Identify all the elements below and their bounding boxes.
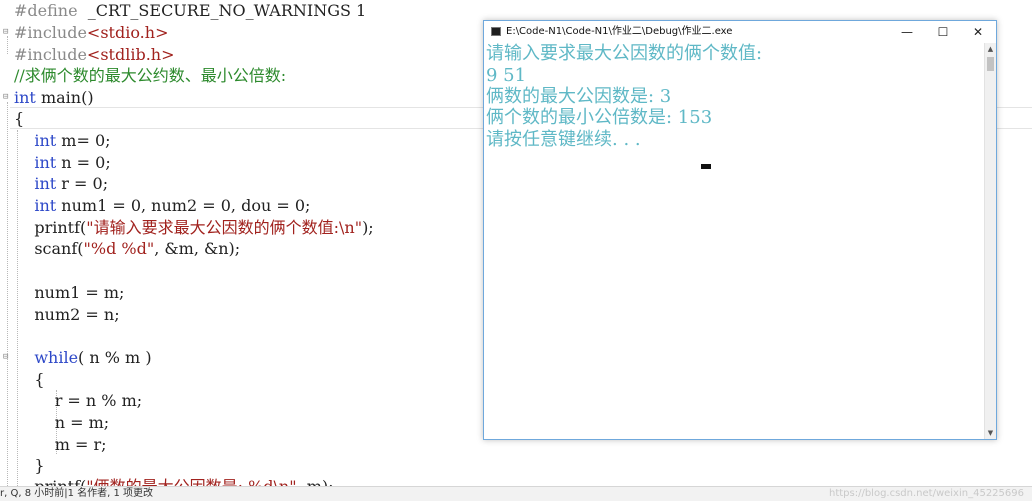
console-title-bar[interactable]: E:\Code-N1\Code-N1\作业二\Debug\作业二.exe — ☐… (484, 21, 996, 43)
code-token: <stdio.h> (86, 23, 169, 42)
scroll-up-arrow-icon[interactable]: ▲ (985, 43, 996, 55)
fold-toggle-icon[interactable]: ⊟ (3, 28, 11, 37)
console-line: 请输入要求最大公因数的俩个数值: (486, 43, 763, 64)
minimize-button[interactable]: — (889, 21, 925, 43)
code-line: #include<stdio.h> (14, 22, 168, 44)
scrollbar-thumb[interactable] (987, 57, 994, 71)
fold-toggle-icon[interactable]: ⊟ (3, 353, 11, 362)
code-token: n = 0; (56, 153, 111, 172)
console-line: 俩个数的最小公倍数是: 153 (486, 107, 713, 128)
code-token: { (14, 370, 45, 389)
code-line: #include<stdlib.h> (14, 44, 174, 66)
code-token: printf( (14, 218, 87, 237)
vertical-scrollbar[interactable]: ▲ ▼ (984, 43, 996, 439)
console-line: 9 51 (486, 65, 527, 86)
code-line: { (14, 369, 45, 391)
fold-toggle-icon[interactable]: ⊟ (3, 93, 11, 102)
code-token: "%d %d" (83, 239, 155, 258)
code-line: #define _CRT_SECURE_NO_WARNINGS 1 (14, 0, 366, 22)
code-line: int num1 = 0, num2 = 0, dou = 0; (14, 195, 310, 217)
code-token: int (34, 174, 57, 193)
code-line: r = n % m; (14, 390, 142, 412)
scroll-down-arrow-icon[interactable]: ▼ (985, 427, 996, 439)
status-bar: r, Q, 8 小时前|1 名作者, 1 项更改 https://blog.cs… (0, 486, 1032, 501)
code-token: #include (14, 45, 87, 64)
code-token: r = 0; (56, 174, 109, 193)
code-token: { (14, 109, 25, 128)
code-token: m= 0; (56, 131, 111, 150)
code-line: //求俩个数的最大公约数、最小公倍数: (14, 65, 286, 87)
console-title: E:\Code-N1\Code-N1\作业二\Debug\作业二.exe (506, 26, 733, 37)
code-token: ); (362, 218, 374, 237)
code-token: n = m; (14, 413, 110, 432)
status-text: r, Q, 8 小时前|1 名作者, 1 项更改 (0, 488, 154, 499)
console-output[interactable]: 请输入要求最大公因数的俩个数值: 9 51 俩数的最大公因数是: 3 俩个数的最… (484, 43, 984, 439)
console-window[interactable]: E:\Code-N1\Code-N1\作业二\Debug\作业二.exe — ☐… (483, 20, 997, 440)
fold-line (7, 102, 8, 486)
code-line: num1 = m; (14, 282, 124, 304)
code-line: num2 = n; (14, 304, 120, 326)
maximize-button[interactable]: ☐ (925, 21, 961, 43)
code-token: m = r; (14, 435, 107, 454)
code-line: scanf("%d %d", &m, &n); (14, 238, 240, 260)
code-token: num1 = m; (14, 283, 125, 302)
code-line: int r = 0; (14, 173, 108, 195)
fold-line (7, 36, 8, 54)
code-line: int n = 0; (14, 152, 111, 174)
code-token: #include (14, 23, 87, 42)
code-token: r = n % m; (14, 391, 143, 410)
code-token: ( n % m ) (78, 348, 152, 367)
code-token: int (34, 153, 57, 172)
code-token: //求俩个数的最大公约数、最小公倍数: (14, 66, 287, 85)
code-line: printf("请输入要求最大公因数的俩个数值:\n"); (14, 217, 374, 239)
code-line: n = m; (14, 412, 109, 434)
code-line: while( n % m ) (14, 347, 152, 369)
code-token: int (34, 131, 57, 150)
code-token: #define (14, 1, 83, 20)
code-token: _CRT_SECURE_NO_WARNINGS 1 (82, 1, 367, 20)
code-token: scanf( (14, 239, 84, 258)
code-line: m = r; (14, 434, 107, 456)
console-app-icon (491, 27, 501, 36)
code-token: "请输入要求最大公因数的俩个数值:\n" (86, 218, 363, 237)
code-token: num2 = n; (14, 305, 120, 324)
code-line: { (14, 108, 24, 130)
code-token: , &m, &n); (154, 239, 241, 258)
code-token: int (34, 196, 57, 215)
code-token: num1 = 0, num2 = 0, dou = 0; (56, 196, 311, 215)
code-token: main() (35, 88, 94, 107)
watermark: https://blog.csdn.net/weixin_45225696 (828, 488, 1024, 499)
console-line: 请按任意键继续. . . (486, 129, 641, 150)
code-line: int m= 0; (14, 130, 111, 152)
code-line: } (14, 455, 45, 477)
code-token: int (14, 88, 36, 107)
console-line: 俩数的最大公因数是: 3 (486, 86, 672, 107)
code-token: <stdlib.h> (86, 45, 175, 64)
code-token: } (14, 456, 45, 475)
code-token: while (34, 348, 79, 367)
text-cursor (701, 164, 711, 169)
close-button[interactable]: ✕ (960, 21, 996, 43)
code-line: int main() (14, 87, 94, 109)
